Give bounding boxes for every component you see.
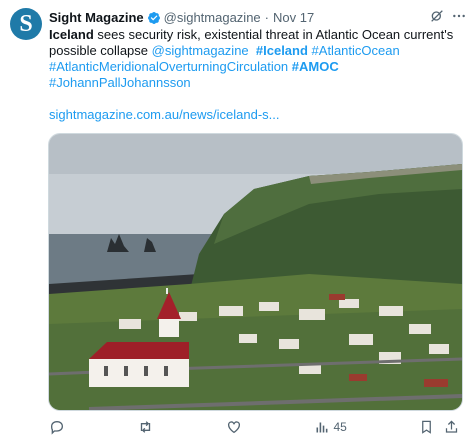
more-icon[interactable]	[451, 8, 467, 24]
hashtag-amoc[interactable]: #AMOC	[292, 59, 339, 74]
avatar[interactable]: S	[10, 8, 42, 40]
tweet-actions: 45	[49, 418, 459, 436]
text-bold-word: Iceland	[49, 27, 94, 42]
verified-badge-icon	[147, 11, 161, 25]
mention-link[interactable]: @sightmagazine	[152, 43, 249, 58]
hashtag-amoc-long[interactable]: #AtlanticMeridionalOverturningCirculatio…	[49, 59, 288, 74]
author-handle[interactable]: @sightmagazine	[164, 10, 261, 26]
views-button[interactable]: 45	[314, 420, 347, 435]
hashtag-atlantic-ocean[interactable]: #AtlanticOcean	[312, 43, 400, 58]
article-link[interactable]: sightmagazine.com.au/news/iceland-s...	[49, 107, 280, 123]
views-icon	[314, 420, 329, 435]
bookmark-icon[interactable]	[419, 419, 434, 435]
tweet-header: Sight Magazine @sightmagazine · Nov 17	[49, 10, 435, 26]
tweet-text: Iceland sees security risk, existential …	[49, 27, 459, 91]
hashtag-iceland[interactable]: #Iceland	[256, 43, 308, 58]
reply-icon[interactable]	[49, 419, 65, 435]
views-count: 45	[333, 420, 347, 434]
text-line2: possible collapse	[49, 43, 152, 58]
avatar-letter: S	[19, 10, 33, 37]
text-line1: sees security risk, existential threat i…	[93, 27, 454, 42]
tweet-date[interactable]: Nov 17	[273, 10, 314, 26]
share-icon[interactable]	[444, 419, 459, 435]
like-icon[interactable]	[226, 419, 242, 435]
retweet-icon[interactable]	[137, 419, 154, 435]
hashtag-person[interactable]: #JohannPallJohannsson	[49, 75, 191, 90]
grok-icon[interactable]	[429, 8, 445, 24]
tweet-photo[interactable]	[48, 133, 463, 411]
header-separator: ·	[264, 10, 269, 25]
author-name[interactable]: Sight Magazine	[49, 10, 144, 26]
